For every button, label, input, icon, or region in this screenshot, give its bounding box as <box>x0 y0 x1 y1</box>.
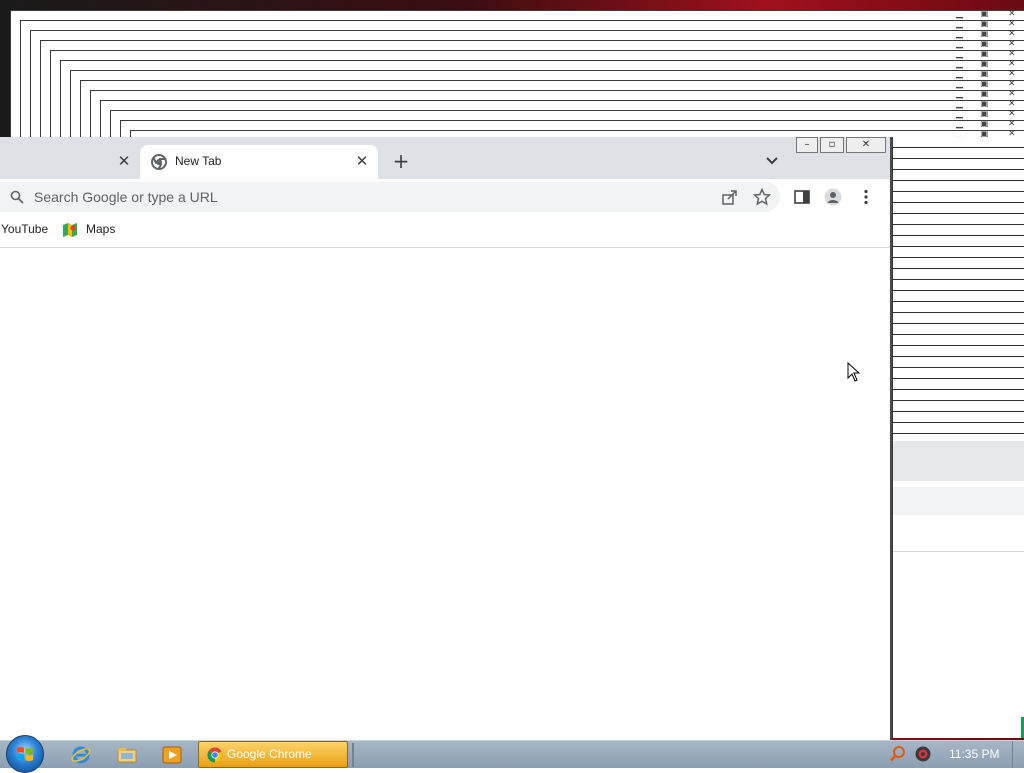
tab-new-tab[interactable]: New Tab ✕ <box>140 145 378 179</box>
page-content <box>0 248 890 740</box>
new-tab-button[interactable]: + <box>390 151 412 173</box>
record-tray-icon[interactable] <box>914 745 932 763</box>
windows-logo-icon <box>17 747 33 761</box>
tab-close-button[interactable]: ✕ <box>352 151 372 171</box>
minimize-button[interactable]: – <box>796 137 818 153</box>
mouse-cursor-icon <box>847 362 861 382</box>
background-window <box>892 137 1024 738</box>
background-tabstrip <box>893 441 1024 481</box>
file-explorer-icon[interactable] <box>116 744 138 766</box>
taskbar: Google Chrome 11:35 PM <box>0 735 1024 773</box>
chrome-logo-icon <box>207 747 223 763</box>
chrome-favicon-icon <box>151 154 167 170</box>
taskbar-app-label: Google Chrome <box>227 747 312 761</box>
toolbar <box>0 179 890 215</box>
omnibox[interactable] <box>0 182 780 212</box>
system-clock[interactable]: 11:35 PM <box>949 747 999 761</box>
chrome-window: ✕ New Tab ✕ + – ▫ ✕ Search Google or typ… <box>0 137 892 740</box>
side-panel-icon[interactable] <box>793 188 811 206</box>
ghost-titlebars <box>893 137 1024 441</box>
bookmark-star-icon[interactable] <box>753 188 771 206</box>
media-player-icon[interactable] <box>161 744 183 766</box>
tab-title: New Tab <box>175 154 222 168</box>
start-button[interactable] <box>6 735 44 773</box>
internet-explorer-icon[interactable] <box>70 744 92 766</box>
maps-icon <box>63 223 77 237</box>
taskbar-separator <box>352 743 354 767</box>
tab-close-button[interactable]: ✕ <box>114 151 134 171</box>
menu-kebab-icon[interactable] <box>857 188 875 206</box>
maximize-button[interactable]: ▫ <box>820 137 844 153</box>
close-window-button[interactable]: ✕ <box>846 137 886 153</box>
bookmark-youtube[interactable]: YouTube <box>1 215 48 245</box>
profile-avatar-icon[interactable] <box>824 188 842 206</box>
search-icon <box>10 190 24 204</box>
divider <box>893 551 1024 552</box>
bookmarks-bar: YouTube Maps <box>0 215 890 248</box>
tab-search-chevron-icon[interactable] <box>762 151 782 171</box>
share-icon[interactable] <box>721 188 739 206</box>
background-omnibox <box>893 487 1024 515</box>
address-input[interactable] <box>34 182 634 212</box>
show-desktop-button[interactable] <box>1012 741 1024 768</box>
tab-previous[interactable]: ✕ <box>0 145 138 179</box>
bookmark-maps[interactable]: Maps <box>86 215 115 245</box>
tab-strip: ✕ New Tab ✕ + – ▫ ✕ <box>0 137 890 179</box>
taskbar-chrome-button[interactable]: Google Chrome <box>198 741 348 768</box>
search-tray-icon[interactable] <box>889 745 907 763</box>
